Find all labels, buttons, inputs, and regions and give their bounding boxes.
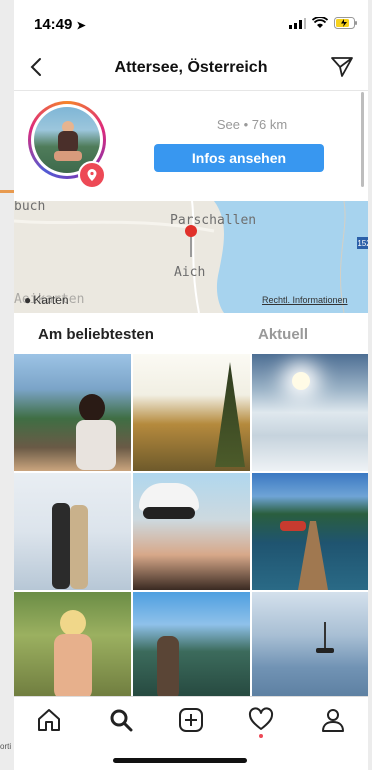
send-icon[interactable] xyxy=(330,55,354,79)
profile-icon[interactable] xyxy=(320,707,346,733)
app-screen: 14:49 ➤ Attersee, Österreich See • 76 km… xyxy=(14,0,368,770)
tab-top[interactable]: Am beliebtesten xyxy=(38,326,154,343)
grid-photo[interactable] xyxy=(133,473,250,590)
grid-photo[interactable] xyxy=(14,592,131,696)
map-label-buch: buch xyxy=(14,201,46,214)
location-header: See • 76 km Infos ansehen xyxy=(14,91,368,201)
page-title: Attersee, Österreich xyxy=(114,59,268,76)
grid-photo[interactable] xyxy=(133,592,250,696)
scrollbar[interactable] xyxy=(361,92,364,187)
apple-logo-icon: ● xyxy=(24,293,32,307)
tab-recent[interactable]: Aktuell xyxy=(258,326,308,343)
status-time: 14:49 ➤ xyxy=(34,16,86,33)
info-button[interactable]: Infos ansehen xyxy=(154,144,324,172)
grid-photo[interactable] xyxy=(14,354,131,471)
heart-icon[interactable] xyxy=(248,707,274,733)
grid-photo[interactable] xyxy=(14,473,131,590)
legal-link[interactable]: Rechtl. Informationen xyxy=(262,295,348,305)
notification-dot xyxy=(259,734,263,738)
home-icon[interactable] xyxy=(36,707,62,733)
navigation-bar: Attersee, Österreich xyxy=(14,46,368,91)
photo-grid xyxy=(14,354,368,696)
search-icon[interactable] xyxy=(108,707,134,733)
battery-icon xyxy=(334,17,357,29)
status-bar: 14:49 ➤ xyxy=(14,0,368,46)
map-label-aich: Aich xyxy=(174,265,206,280)
road-badge: 152 xyxy=(357,237,368,249)
background-text-fragment: orti xyxy=(0,742,12,751)
signal-icon xyxy=(289,17,306,29)
wifi-icon xyxy=(312,17,328,28)
grid-photo[interactable] xyxy=(252,592,368,696)
grid-photo[interactable] xyxy=(252,473,368,590)
home-indicator xyxy=(113,758,247,763)
location-meta: See • 76 km xyxy=(216,117,288,132)
add-icon[interactable] xyxy=(178,707,204,733)
location-map[interactable]: buch Parschallen Aich Aeikarten ● Karten … xyxy=(14,201,368,313)
grid-photo[interactable] xyxy=(133,354,250,471)
map-pin-icon xyxy=(185,225,197,257)
location-pin-icon xyxy=(78,161,106,189)
location-arrow-icon: ➤ xyxy=(76,20,86,32)
background-accent xyxy=(0,190,14,193)
feed-tabs: Am beliebtesten Aktuell xyxy=(14,314,368,354)
grid-photo[interactable] xyxy=(252,354,368,471)
maps-attribution: ● Karten xyxy=(24,293,69,307)
status-icons xyxy=(289,17,358,29)
